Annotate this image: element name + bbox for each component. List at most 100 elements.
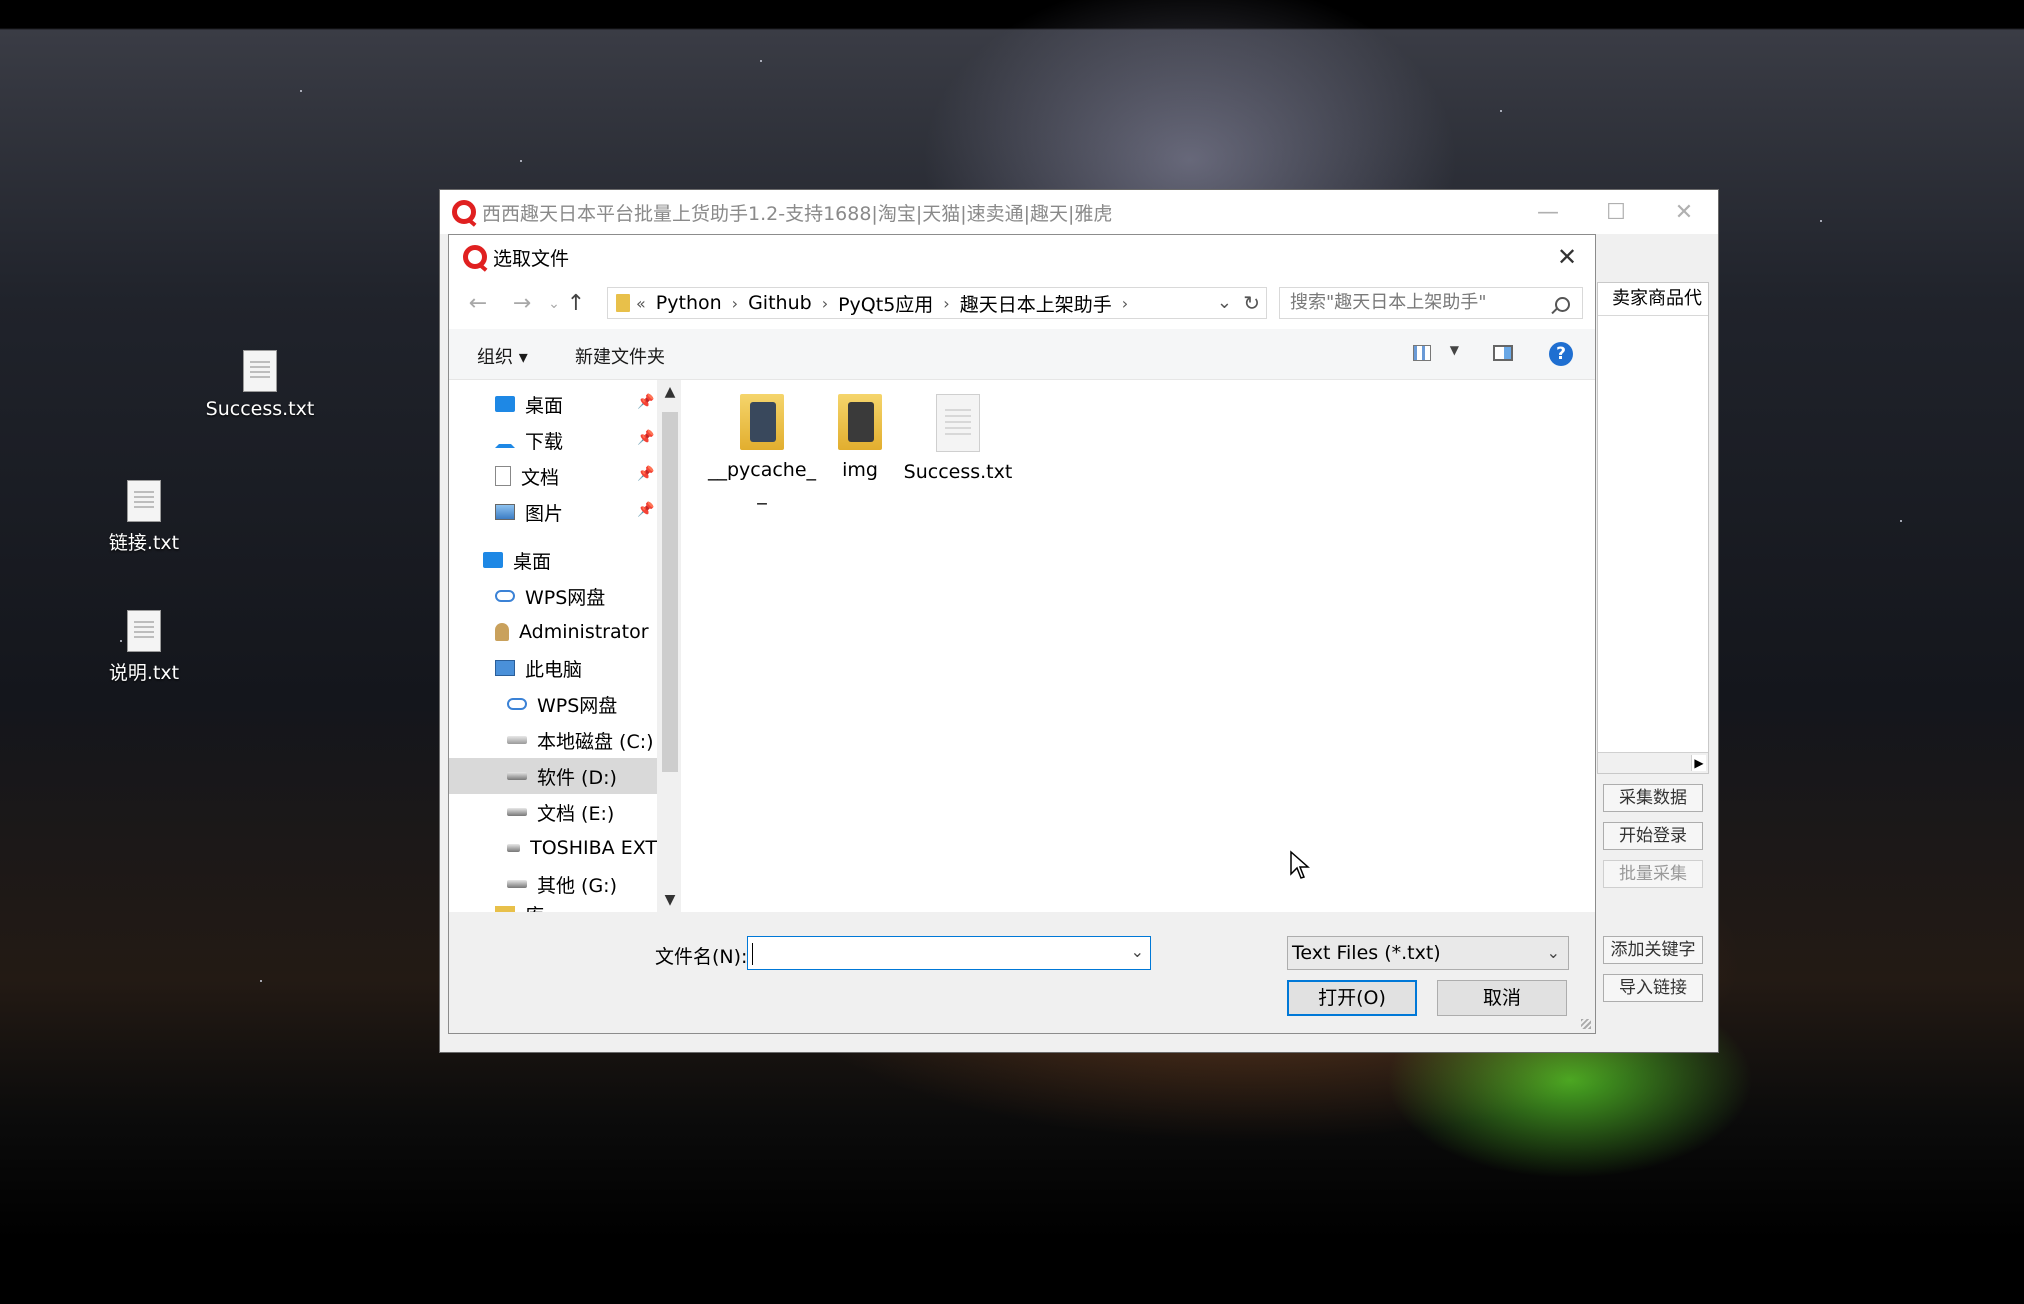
new-folder-button[interactable]: 新建文件夹 <box>575 343 665 369</box>
chevron-right-icon[interactable]: › <box>943 294 949 313</box>
seller-product-table[interactable]: 卖家商品代 ▶ <box>1597 282 1709 774</box>
breadcrumb-item[interactable]: Github <box>748 292 812 314</box>
tree-drive-c[interactable]: 本地磁盘 (C:) <box>449 722 657 758</box>
tree-administrator[interactable]: Administrator <box>449 614 657 650</box>
computer-icon <box>495 660 515 676</box>
close-button[interactable]: ✕ <box>1650 190 1718 234</box>
search-input[interactable]: 搜索"趣天日本上架助手" <box>1279 287 1583 319</box>
help-icon[interactable]: ? <box>1549 342 1573 366</box>
dialog-titlebar[interactable]: 选取文件 ✕ <box>449 235 1595 279</box>
address-bar[interactable]: « Python › Github › PyQt5应用 › 趣天日本上架助手 › ⌄ ↻ <box>607 287 1267 319</box>
chevron-down-icon[interactable]: ⌄ <box>1547 937 1560 969</box>
start-login-button[interactable]: 开始登录 <box>1603 822 1703 850</box>
breadcrumb-item[interactable]: Python <box>656 292 722 314</box>
file-item-img[interactable]: img <box>805 394 915 482</box>
drive-icon <box>507 736 527 744</box>
tree-drive-d[interactable]: 软件 (D:) <box>449 758 657 794</box>
document-icon <box>495 466 511 486</box>
quick-access-pictures[interactable]: 图片 <box>449 494 657 530</box>
nav-item-label: 其他 (G:) <box>537 874 617 897</box>
resize-grip-icon[interactable] <box>1581 1019 1591 1029</box>
nav-item-label: 文档 (E:) <box>537 802 615 825</box>
breadcrumb-item[interactable]: PyQt5应用 <box>838 290 933 317</box>
open-button[interactable]: 打开(O) <box>1287 980 1417 1016</box>
batch-collect-button[interactable]: 批量采集 <box>1603 860 1703 888</box>
dialog-close-button[interactable]: ✕ <box>1539 235 1595 279</box>
maximize-button[interactable]: ☐ <box>1582 190 1650 234</box>
file-item-pycache[interactable]: __pycache__ <box>707 394 817 506</box>
refresh-icon[interactable]: ↻ <box>1243 291 1260 315</box>
nav-item-label: 图片 <box>525 502 564 525</box>
tree-desktop[interactable]: 桌面 <box>449 542 657 578</box>
file-name: Success.txt <box>903 461 1013 483</box>
preview-pane-icon[interactable] <box>1493 345 1513 361</box>
scroll-right-icon[interactable]: ▶ <box>1691 755 1706 771</box>
desktop-icon <box>483 552 503 568</box>
view-options-icon[interactable] <box>1413 345 1431 361</box>
organize-menu[interactable]: 组织 ▾ <box>477 343 528 369</box>
pin-icon[interactable]: 📌 <box>637 502 654 518</box>
tree-this-pc[interactable]: 此电脑 <box>449 650 657 686</box>
chevron-right-icon[interactable]: › <box>1122 294 1128 313</box>
tree-libraries[interactable]: 库 <box>449 896 657 912</box>
add-keyword-button[interactable]: 添加关键字 <box>1603 936 1703 964</box>
chevron-right-icon[interactable]: › <box>822 294 828 313</box>
file-list: __pycache__ img Success.txt <box>681 380 1595 912</box>
scrollbar-thumb[interactable] <box>662 412 678 772</box>
star <box>760 60 762 62</box>
tree-drive-toshiba[interactable]: TOSHIBA EXT <box>449 830 657 866</box>
up-arrow-icon[interactable]: ↑ <box>561 289 591 319</box>
nav-item-label: 桌面 <box>513 550 552 573</box>
text-file-icon <box>127 610 161 652</box>
dialog-footer: 文件名(N): ⌄ Text Files (*.txt) ⌄ 打开(O) 取消 <box>449 912 1595 1033</box>
chevron-down-icon[interactable]: ⌄ <box>1131 942 1144 961</box>
picture-icon <box>495 504 515 520</box>
desktop-file-readme[interactable]: 说明.txt <box>84 610 204 685</box>
tree-wps-cloud-pc[interactable]: WPS网盘 <box>449 686 657 722</box>
back-arrow-icon[interactable]: ← <box>463 289 493 319</box>
chevron-up-icon[interactable]: ▲ <box>659 384 681 400</box>
desktop-file-success[interactable]: Success.txt <box>200 350 320 420</box>
table-header[interactable]: 卖家商品代 <box>1598 283 1708 316</box>
nav-item-label: 库 <box>525 901 544 913</box>
chevron-down-icon[interactable]: ▼ <box>1450 343 1459 357</box>
main-window-titlebar[interactable]: 西西趣天日本平台批量上货助手1.2-支持1688|淘宝|天猫|速卖通|趣天|雅虎… <box>440 190 1718 234</box>
user-icon <box>495 623 509 641</box>
text-file-icon <box>243 350 277 392</box>
folder-icon <box>616 294 630 312</box>
collect-data-button[interactable]: 采集数据 <box>1603 784 1703 812</box>
quick-access-documents[interactable]: 文档 <box>449 458 657 494</box>
quick-access-downloads[interactable]: 下载 <box>449 422 657 458</box>
breadcrumb-item[interactable]: 趣天日本上架助手 <box>960 290 1112 317</box>
chevron-down-icon[interactable]: ▼ <box>659 892 681 908</box>
pin-icon[interactable]: 📌 <box>637 466 654 482</box>
tree-drive-e[interactable]: 文档 (E:) <box>449 794 657 830</box>
desktop-file-links[interactable]: 链接.txt <box>84 480 204 555</box>
drive-icon <box>507 844 521 852</box>
tree-wps-cloud[interactable]: WPS网盘 <box>449 578 657 614</box>
breadcrumb-overflow[interactable]: « <box>636 294 646 313</box>
nav-pane-scrollbar[interactable]: ▲ ▼ <box>659 380 681 912</box>
chevron-right-icon[interactable]: › <box>732 294 738 313</box>
navigation-bar: ← → ⌄ ↑ « Python › Github › PyQt5应用 › 趣天日本上… <box>449 279 1595 329</box>
forward-arrow-icon[interactable]: → <box>507 289 537 319</box>
nav-item-label: 桌面 <box>525 394 564 417</box>
text-caret <box>752 943 753 965</box>
minimize-button[interactable]: — <box>1514 190 1582 234</box>
pin-icon[interactable]: 📌 <box>637 394 654 410</box>
import-links-button[interactable]: 导入链接 <box>1603 974 1703 1002</box>
chevron-down-icon[interactable]: ⌄ <box>1217 292 1232 313</box>
pin-icon[interactable]: 📌 <box>637 430 654 446</box>
star <box>520 160 522 162</box>
filename-input[interactable]: ⌄ <box>747 936 1151 970</box>
file-item-success[interactable]: Success.txt <box>903 394 1013 484</box>
file-dialog: 选取文件 ✕ ← → ⌄ ↑ « Python › Github › PyQt5应用… <box>448 234 1596 1034</box>
app-logo-icon <box>463 245 487 269</box>
filetype-select[interactable]: Text Files (*.txt) ⌄ <box>1287 936 1569 970</box>
nav-item-label: 下载 <box>525 430 564 453</box>
star <box>260 980 262 982</box>
cancel-button[interactable]: 取消 <box>1437 980 1567 1016</box>
horizontal-scrollbar[interactable]: ▶ <box>1598 752 1708 773</box>
search-icon[interactable] <box>1555 297 1570 312</box>
quick-access-desktop[interactable]: 桌面 <box>449 386 657 422</box>
